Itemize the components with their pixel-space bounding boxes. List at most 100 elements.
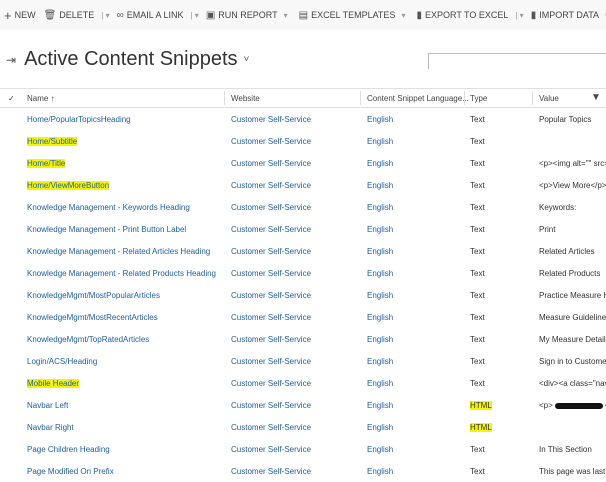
name-link[interactable]: Knowledge Management - Print Button Labe… [27, 225, 186, 234]
column-header-name[interactable]: Name ↑ [27, 94, 55, 103]
website-link[interactable]: Customer Self-Service [231, 335, 311, 344]
website-link[interactable]: Customer Self-Service [231, 137, 311, 146]
trash-icon: 🗑 [43, 9, 57, 21]
email-dropdown[interactable]: | ▾ [187, 11, 201, 20]
delete-button[interactable]: 🗑 DELETE [40, 10, 99, 21]
name-link[interactable]: Knowledge Management - Related Articles … [27, 247, 210, 256]
language-link[interactable]: English [367, 423, 393, 432]
website-link[interactable]: Customer Self-Service [231, 203, 311, 212]
name-link[interactable]: KnowledgeMgmt/MostRecentArticles [27, 313, 158, 322]
column-header-language[interactable]: Content Snippet Language... [367, 94, 469, 103]
table-row[interactable]: Knowledge Management - Related Products … [0, 262, 606, 284]
export-excel-button[interactable]: ▮ EXPORT TO EXCEL [412, 10, 512, 21]
website-link[interactable]: Customer Self-Service [231, 445, 311, 454]
select-all-checkbox[interactable]: ✓ [8, 94, 15, 103]
name-link[interactable]: Home/ViewMoreButton [27, 181, 110, 190]
delete-dropdown[interactable]: | ▾ [98, 11, 112, 20]
table-row[interactable]: Navbar Right Customer Self-Service Engli… [0, 416, 606, 438]
table-row[interactable]: Navbar Left Customer Self-Service Englis… [0, 394, 606, 416]
table-row[interactable]: KnowledgeMgmt/MostPopularArticles Custom… [0, 284, 606, 306]
name-link[interactable]: Home/Subtitle [27, 137, 78, 146]
table-row[interactable]: KnowledgeMgmt/MostRecentArticles Custome… [0, 306, 606, 328]
website-link[interactable]: Customer Self-Service [231, 247, 311, 256]
name-link[interactable]: KnowledgeMgmt/MostPopularArticles [27, 291, 160, 300]
language-link[interactable]: English [367, 335, 393, 344]
language-link[interactable]: English [367, 357, 393, 366]
import-data-button[interactable]: ▮IMPORT DATA▾ [527, 10, 606, 21]
website-link[interactable]: Customer Self-Service [231, 225, 311, 234]
column-header-type[interactable]: Type [470, 94, 487, 103]
language-link[interactable]: English [367, 401, 393, 410]
website-link[interactable]: Customer Self-Service [231, 467, 311, 476]
table-row[interactable]: Login/ACS/Heading Customer Self-Service … [0, 350, 606, 372]
email-link-button[interactable]: ∞ EMAIL A LINK [113, 10, 188, 21]
website-link[interactable]: Customer Self-Service [231, 181, 311, 190]
view-selector[interactable]: ⇥ Active Content Snippets ˅ [6, 48, 249, 71]
language-link[interactable]: English [367, 247, 393, 256]
value-cell: Print [539, 225, 606, 234]
table-row[interactable]: Home/PopularTopicsHeading Customer Self-… [0, 108, 606, 130]
redaction-mark [554, 402, 603, 409]
language-link[interactable]: English [367, 313, 393, 322]
table-row[interactable]: Knowledge Management - Related Articles … [0, 240, 606, 262]
search-input[interactable] [429, 57, 606, 72]
search-box[interactable] [428, 53, 606, 72]
table-row[interactable]: Knowledge Management - Keywords Heading … [0, 196, 606, 218]
value-text: <div><a class="navl [539, 379, 606, 388]
language-link[interactable]: English [367, 467, 393, 476]
language-link[interactable]: English [367, 137, 393, 146]
table-row[interactable]: Page Modified On Prefix Customer Self-Se… [0, 460, 606, 482]
name-link[interactable]: Navbar Left [27, 401, 68, 410]
table-row[interactable]: Page Children Heading Customer Self-Serv… [0, 438, 606, 460]
name-link[interactable]: Home/PopularTopicsHeading [27, 115, 131, 124]
name-link[interactable]: Mobile Header [27, 379, 80, 388]
value-text: Keywords: [539, 203, 577, 212]
new-button[interactable]: + NEW [0, 8, 40, 23]
table-row[interactable]: Mobile Header Customer Self-Service Engl… [0, 372, 606, 394]
website-link[interactable]: Customer Self-Service [231, 159, 311, 168]
website-link[interactable]: Customer Self-Service [231, 269, 311, 278]
name-link[interactable]: KnowledgeMgmt/TopRatedArticles [27, 335, 149, 344]
name-link[interactable]: Page Children Heading [27, 445, 110, 454]
language-link[interactable]: English [367, 291, 393, 300]
website-link[interactable]: Customer Self-Service [231, 379, 311, 388]
column-header-website[interactable]: Website [231, 94, 260, 103]
export-dropdown[interactable]: | ▾ [512, 11, 526, 20]
language-link[interactable]: English [367, 159, 393, 168]
name-link[interactable]: Page Modified On Prefix [27, 467, 114, 476]
language-link[interactable]: English [367, 115, 393, 124]
pin-icon[interactable]: ⇥ [6, 53, 16, 67]
website-link[interactable]: Customer Self-Service [231, 291, 311, 300]
filter-icon[interactable]: ▼ [591, 92, 601, 103]
language-link[interactable]: English [367, 203, 393, 212]
type-cell: HTML [470, 401, 492, 410]
value-text: In This Section [539, 445, 592, 454]
table-row[interactable]: KnowledgeMgmt/TopRatedArticles Customer … [0, 328, 606, 350]
value-cell: <p>View More</p> [539, 181, 606, 190]
language-link[interactable]: English [367, 379, 393, 388]
name-link[interactable]: Navbar Right [27, 423, 74, 432]
language-link[interactable]: English [367, 181, 393, 190]
table-row[interactable]: Knowledge Management - Print Button Labe… [0, 218, 606, 240]
language-link[interactable]: English [367, 269, 393, 278]
website-link[interactable]: Customer Self-Service [231, 423, 311, 432]
type-cell: Text [470, 115, 485, 124]
excel-templates-button[interactable]: ▤ EXCEL TEMPLATES ▾ [295, 10, 413, 21]
website-link[interactable]: Customer Self-Service [231, 357, 311, 366]
language-link[interactable]: English [367, 225, 393, 234]
table-row[interactable]: Home/ViewMoreButton Customer Self-Servic… [0, 174, 606, 196]
website-link[interactable]: Customer Self-Service [231, 401, 311, 410]
table-row[interactable]: Home/Subtitle Customer Self-Service Engl… [0, 130, 606, 152]
name-link[interactable]: Home/Title [27, 159, 66, 168]
name-link[interactable]: Knowledge Management - Keywords Heading [27, 203, 190, 212]
website-link[interactable]: Customer Self-Service [231, 115, 311, 124]
language-link[interactable]: English [367, 445, 393, 454]
website-link[interactable]: Customer Self-Service [231, 313, 311, 322]
name-link[interactable]: Knowledge Management - Related Products … [27, 269, 216, 278]
table-row[interactable]: Home/Title Customer Self-Service English… [0, 152, 606, 174]
value-text: This page was last up [539, 467, 606, 476]
value-text: Practice Measure His [539, 291, 606, 300]
run-report-button[interactable]: ▣ RUN REPORT ▾ [202, 10, 295, 21]
excel-icon: ▤ [298, 9, 309, 21]
name-link[interactable]: Login/ACS/Heading [27, 357, 97, 366]
